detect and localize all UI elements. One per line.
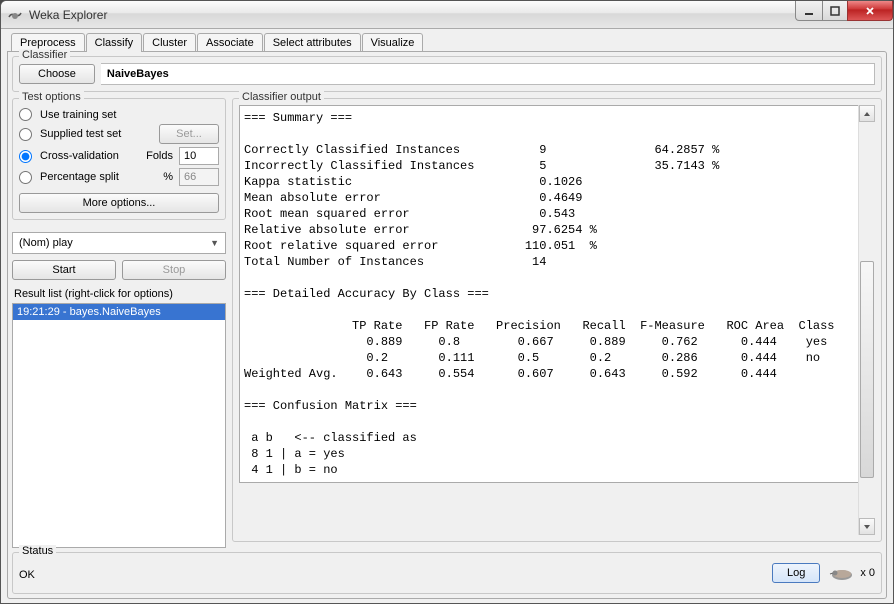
window-title: Weka Explorer: [29, 8, 107, 22]
output-panel: Classifier output === Summary === Correc…: [232, 98, 882, 542]
scroll-down-button[interactable]: [859, 518, 875, 535]
tab-associate[interactable]: Associate: [197, 33, 263, 52]
label-percentage-split: Percentage split: [40, 171, 157, 183]
status-bar: Status OK Log x 0: [12, 552, 882, 594]
maximize-button[interactable]: [822, 1, 848, 21]
titlebar[interactable]: Weka Explorer: [1, 1, 893, 29]
mid-row: Test options Use training set Supplied t…: [12, 98, 882, 548]
test-options-legend: Test options: [19, 91, 84, 103]
minimize-button[interactable]: [795, 1, 823, 21]
folds-input[interactable]: [179, 147, 219, 165]
window-controls: [796, 1, 893, 21]
radio-use-training-set[interactable]: [19, 108, 32, 121]
status-legend: Status: [19, 545, 56, 557]
classifier-legend: Classifier: [19, 49, 70, 61]
tab-select-attributes[interactable]: Select attributes: [264, 33, 361, 52]
percent-input[interactable]: [179, 168, 219, 186]
class-attribute-combo[interactable]: (Nom) play ▼: [12, 232, 226, 254]
scroll-track[interactable]: [859, 122, 875, 518]
classifier-panel: Classifier Choose NaiveBayes: [12, 56, 882, 92]
log-button[interactable]: Log: [772, 563, 820, 583]
tab-visualize[interactable]: Visualize: [362, 33, 424, 52]
more-options-button[interactable]: More options...: [19, 193, 219, 213]
result-item[interactable]: 19:21:29 - bayes.NaiveBayes: [13, 304, 225, 320]
label-folds: Folds: [146, 150, 173, 162]
weka-bird-icon: [828, 564, 856, 582]
content-area: Preprocess Classify Cluster Associate Se…: [1, 29, 893, 603]
radio-percentage-split[interactable]: [19, 171, 32, 184]
classifier-output[interactable]: === Summary === Correctly Classified Ins…: [239, 105, 875, 483]
class-attribute-value: (Nom) play: [19, 237, 73, 249]
chevron-down-icon: ▼: [210, 238, 219, 248]
result-list-label: Result list (right-click for options): [14, 288, 226, 300]
status-text: OK: [19, 565, 35, 581]
test-options-panel: Test options Use training set Supplied t…: [12, 98, 226, 220]
right-column: Classifier output === Summary === Correc…: [232, 98, 882, 548]
output-scrollbar[interactable]: [858, 105, 875, 535]
choose-button[interactable]: Choose: [19, 64, 95, 84]
scroll-thumb[interactable]: [860, 261, 874, 479]
stop-button[interactable]: Stop: [122, 260, 226, 280]
classifier-name-field[interactable]: NaiveBayes: [101, 63, 875, 85]
output-legend: Classifier output: [239, 91, 324, 103]
label-use-training-set: Use training set: [40, 109, 116, 121]
tab-classify[interactable]: Classify: [86, 33, 143, 52]
label-percent: %: [163, 171, 173, 183]
scroll-up-button[interactable]: [859, 105, 875, 122]
radio-cross-validation[interactable]: [19, 150, 32, 163]
set-button[interactable]: Set...: [159, 124, 219, 144]
tab-cluster[interactable]: Cluster: [143, 33, 196, 52]
radio-supplied-test-set[interactable]: [19, 128, 32, 141]
close-button[interactable]: [847, 1, 893, 21]
app-icon: [7, 7, 23, 23]
result-list[interactable]: 19:21:29 - bayes.NaiveBayes: [12, 303, 226, 548]
label-supplied-test-set: Supplied test set: [40, 128, 153, 140]
start-button[interactable]: Start: [12, 260, 116, 280]
left-column: Test options Use training set Supplied t…: [12, 98, 226, 548]
status-counter: x 0: [860, 567, 875, 579]
tab-body: Classifier Choose NaiveBayes Test option…: [7, 51, 887, 599]
main-tabs: Preprocess Classify Cluster Associate Se…: [7, 33, 887, 52]
label-cross-validation: Cross-validation: [40, 150, 140, 162]
weka-explorer-window: Weka Explorer Preprocess Classify Cluste…: [0, 0, 894, 604]
